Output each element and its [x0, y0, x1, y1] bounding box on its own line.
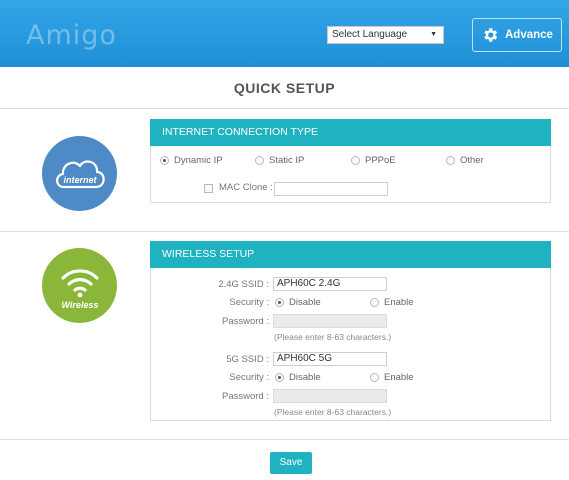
- language-select-value: Select Language: [332, 29, 408, 40]
- internet-connection-panel: INTERNET CONNECTION TYPE Dynamic IP Stat…: [150, 119, 551, 203]
- advance-button[interactable]: Advance: [472, 18, 562, 52]
- wireless-setup-panel: WIRELESS SETUP 2.4G SSID : APH60C 2.4G S…: [150, 241, 551, 421]
- brand-logo: Amigo: [26, 20, 117, 51]
- page-title: QUICK SETUP: [233, 80, 336, 96]
- radio-dynamic-ip[interactable]: [160, 156, 169, 165]
- radio-other[interactable]: [446, 156, 455, 165]
- top-header: Amigo Select Language ▼ Advance: [0, 0, 569, 67]
- radio-24g-enable[interactable]: [370, 298, 379, 307]
- radio-5g-disable[interactable]: [275, 373, 284, 382]
- ssid-24g-input[interactable]: APH60C 2.4G: [273, 277, 387, 291]
- dropdown-arrow-icon: ▼: [430, 31, 437, 38]
- divider: [0, 439, 569, 440]
- internet-icon-text: internet: [63, 175, 97, 185]
- wireless-panel-title: WIRELESS SETUP: [150, 241, 551, 268]
- ssid-5g-label: 5G SSID :: [226, 354, 269, 365]
- password-24g-hint: (Please enter 8-63 characters.): [274, 332, 392, 342]
- gear-icon: [484, 28, 498, 42]
- mac-clone-checkbox[interactable]: [204, 184, 213, 193]
- ssid-5g-input[interactable]: APH60C 5G: [273, 352, 387, 366]
- radio-24g-disable[interactable]: [275, 298, 284, 307]
- internet-panel-title: INTERNET CONNECTION TYPE: [150, 119, 551, 146]
- wireless-icon: Wireless: [42, 248, 117, 323]
- radio-static-ip[interactable]: [255, 156, 264, 165]
- ssid-24g-label: 2.4G SSID :: [218, 279, 269, 290]
- security-5g-label: Security :: [229, 372, 269, 383]
- password-5g-label: Password :: [222, 391, 269, 402]
- wireless-icon-text: Wireless: [61, 300, 98, 310]
- radio-5g-enable[interactable]: [370, 373, 379, 382]
- divider: [0, 231, 569, 232]
- save-button[interactable]: Save: [270, 452, 312, 474]
- password-24g-input[interactable]: [273, 314, 387, 328]
- password-5g-input[interactable]: [273, 389, 387, 403]
- mac-clone-label: MAC Clone :: [219, 182, 273, 193]
- password-24g-label: Password :: [222, 316, 269, 327]
- mac-clone-input[interactable]: [274, 182, 388, 196]
- language-select[interactable]: Select Language ▼: [327, 26, 444, 44]
- internet-cloud-icon: internet: [42, 136, 117, 211]
- password-5g-hint: (Please enter 8-63 characters.): [274, 407, 392, 417]
- security-24g-label: Security :: [229, 297, 269, 308]
- divider: [0, 108, 569, 109]
- advance-label: Advance: [505, 29, 553, 41]
- radio-pppoe[interactable]: [351, 156, 360, 165]
